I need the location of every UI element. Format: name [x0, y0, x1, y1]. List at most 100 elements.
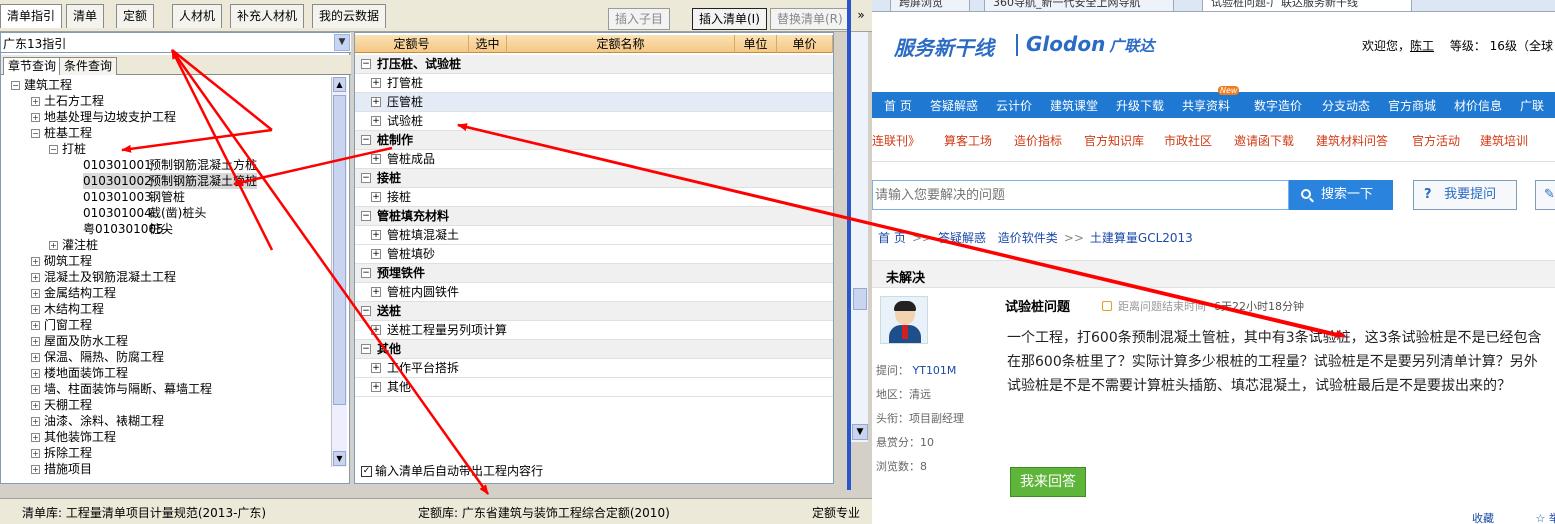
- nav-more[interactable]: 广联: [1520, 97, 1544, 114]
- expand-icon[interactable]: +: [31, 401, 40, 410]
- expand-icon[interactable]: +: [371, 363, 381, 373]
- collapse-icon[interactable]: −: [361, 211, 371, 221]
- ask-question-button[interactable]: ? 我要提问: [1413, 180, 1517, 210]
- tree-node[interactable]: − 打桩: [49, 141, 86, 157]
- sub-nav-journal[interactable]: 连联刊》: [872, 132, 920, 149]
- tree-node[interactable]: − 建筑工程: [11, 77, 72, 93]
- tab-chapter-query[interactable]: 章节查询: [3, 57, 62, 75]
- sub-nav-invite[interactable]: 邀请函下载: [1234, 132, 1294, 149]
- scroll-up-icon[interactable]: ▲: [333, 77, 346, 92]
- logo-service-line[interactable]: 服务新干线: [894, 32, 994, 61]
- expand-icon[interactable]: +: [31, 369, 40, 378]
- sub-nav-events[interactable]: 官方活动: [1412, 132, 1460, 149]
- tree-node[interactable]: + 保温、隔热、防腐工程: [31, 349, 164, 365]
- search-button[interactable]: 搜索一下: [1289, 180, 1393, 210]
- tree-node[interactable]: 010301001预制钢筋混凝土方桩: [83, 157, 257, 173]
- insert-child-button[interactable]: 插入子目: [608, 8, 671, 30]
- collapse-icon[interactable]: −: [31, 129, 40, 138]
- tree-node[interactable]: + 砌筑工程: [31, 253, 92, 269]
- expand-icon[interactable]: +: [371, 325, 381, 335]
- tree-node[interactable]: + 土石方工程: [31, 93, 104, 109]
- nav-classroom[interactable]: 建筑课堂: [1050, 97, 1098, 114]
- scroll-thumb[interactable]: [333, 95, 346, 405]
- scroll-down-icon[interactable]: ▼: [852, 424, 868, 440]
- grid-group-row[interactable]: − 接桩: [355, 169, 833, 188]
- replace-list-button[interactable]: 替换清单(R): [770, 8, 850, 30]
- grid-row[interactable]: + 其他: [355, 378, 833, 397]
- expand-icon[interactable]: +: [49, 241, 58, 250]
- expand-icon[interactable]: +: [371, 230, 381, 240]
- nav-mall[interactable]: 官方商城: [1388, 97, 1436, 114]
- col-quota-code[interactable]: 定额号: [355, 35, 469, 53]
- tree-node[interactable]: + 天棚工程: [31, 397, 92, 413]
- nav-home[interactable]: 首 页: [884, 97, 912, 114]
- col-unit[interactable]: 单位: [735, 35, 777, 53]
- nav-qa[interactable]: 答疑解惑: [930, 97, 978, 114]
- tree-node[interactable]: + 墙、柱面装饰与隔断、幕墙工程: [31, 381, 212, 397]
- breadcrumb-home[interactable]: 首 页: [878, 231, 906, 245]
- nav-cloud-pricing[interactable]: 云计价: [996, 97, 1032, 114]
- tab-list-guide[interactable]: 清单指引: [0, 4, 63, 28]
- scroll-down-icon[interactable]: ▼: [333, 451, 346, 466]
- tree-node[interactable]: + 木结构工程: [31, 301, 104, 317]
- grid-row[interactable]: + 送桩工程量另列项计算: [355, 321, 833, 340]
- search-input[interactable]: [873, 181, 1287, 209]
- tree-scrollbar[interactable]: ▲ ▼: [331, 77, 347, 467]
- collapse-icon[interactable]: −: [361, 268, 371, 278]
- expand-icon[interactable]: +: [31, 465, 40, 474]
- sub-nav-kb[interactable]: 官方知识库: [1084, 132, 1144, 149]
- avatar[interactable]: [880, 296, 928, 344]
- sub-nav-index[interactable]: 造价指标: [1014, 132, 1062, 149]
- answer-button[interactable]: 我来回答: [1010, 467, 1086, 497]
- collapse-icon[interactable]: −: [49, 145, 58, 154]
- tree-node[interactable]: + 地基处理与边坡支护工程: [31, 109, 176, 125]
- expand-icon[interactable]: +: [31, 433, 40, 442]
- grid-scrollbar[interactable]: ▼: [850, 32, 868, 442]
- col-price[interactable]: 单价: [777, 35, 833, 53]
- expand-icon[interactable]: +: [31, 257, 40, 266]
- grid-row[interactable]: + 管桩填混凝土: [355, 226, 833, 245]
- expand-icon[interactable]: +: [31, 289, 40, 298]
- col-selected[interactable]: 选中: [469, 35, 507, 53]
- tab-list[interactable]: 清单: [66, 4, 105, 28]
- edit-button[interactable]: ✎: [1535, 180, 1555, 210]
- collapse-icon[interactable]: −: [361, 306, 371, 316]
- sub-nav-materials[interactable]: 建筑材料问答: [1316, 132, 1388, 149]
- user-link[interactable]: 陈工: [1410, 39, 1434, 53]
- collapse-icon[interactable]: −: [361, 135, 371, 145]
- chevron-down-icon[interactable]: ▼: [334, 34, 350, 51]
- tab-condition-query[interactable]: 条件查询: [59, 57, 118, 75]
- grid-group-row[interactable]: − 送桩: [355, 302, 833, 321]
- grid-row[interactable]: + 压管桩: [355, 93, 833, 112]
- tree-node[interactable]: + 金属结构工程: [31, 285, 116, 301]
- nav-digital-cost[interactable]: 数字造价: [1254, 97, 1302, 114]
- breadcrumb-gcl[interactable]: 土建算量GCL2013: [1090, 231, 1193, 245]
- grid-group-row[interactable]: − 预埋铁件: [355, 264, 833, 283]
- col-quota-name[interactable]: 定额名称: [507, 35, 735, 53]
- grid-group-row[interactable]: − 其他: [355, 340, 833, 359]
- tree-node[interactable]: + 屋面及防水工程: [31, 333, 128, 349]
- expand-icon[interactable]: +: [371, 382, 381, 392]
- tree-node[interactable]: + 楼地面装饰工程: [31, 365, 128, 381]
- tree-node[interactable]: 010301004截(凿)桩头: [83, 205, 206, 221]
- grid-group-row[interactable]: − 打压桩、试验桩: [355, 55, 833, 74]
- expand-icon[interactable]: +: [31, 273, 40, 282]
- tree-node[interactable]: 010301003钢管桩: [83, 189, 185, 205]
- tab-cloud-data[interactable]: 我的云数据: [312, 4, 387, 28]
- expand-icon[interactable]: +: [31, 321, 40, 330]
- expand-icon[interactable]: +: [371, 116, 381, 126]
- expand-icon[interactable]: +: [371, 78, 381, 88]
- expand-icon[interactable]: +: [31, 113, 40, 122]
- tab-labor-material[interactable]: 人材机: [172, 4, 223, 28]
- tree-node[interactable]: 010301002预制钢筋混凝土管桩: [83, 173, 258, 189]
- tree-node[interactable]: + 措施项目: [31, 461, 92, 477]
- nav-share[interactable]: 共享资料: [1182, 97, 1230, 114]
- tree-node[interactable]: + 灌注桩: [49, 237, 98, 253]
- expand-icon[interactable]: +: [31, 353, 40, 362]
- grid-group-row[interactable]: − 桩制作: [355, 131, 833, 150]
- breadcrumb-software[interactable]: 造价软件类: [998, 231, 1058, 245]
- sub-nav-training[interactable]: 建筑培训: [1480, 132, 1528, 149]
- expand-icon[interactable]: +: [371, 154, 381, 164]
- sub-nav-municipal[interactable]: 市政社区: [1164, 132, 1212, 149]
- browser-tab-question[interactable]: 试验桩问题-广联达服务新干线: [1202, 0, 1412, 12]
